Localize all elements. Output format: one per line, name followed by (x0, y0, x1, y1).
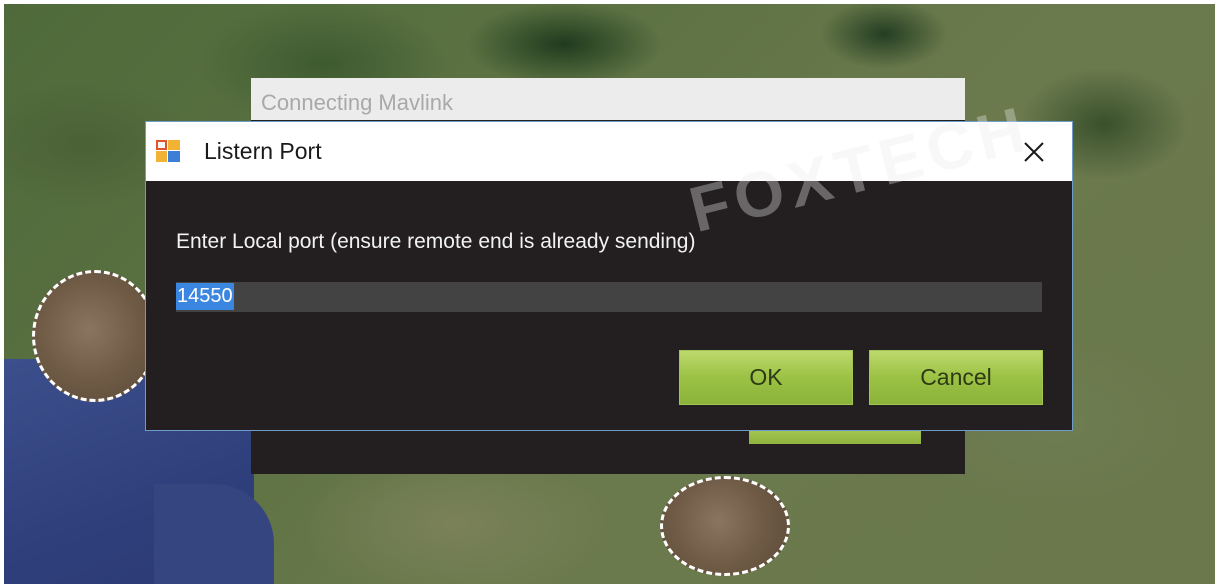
window-app-icon (156, 140, 180, 162)
port-prompt-label: Enter Local port (ensure remote end is a… (176, 230, 696, 253)
back-window-title: Connecting Mavlink (261, 90, 453, 115)
back-window-titlebar: Connecting Mavlink (251, 78, 965, 120)
map-zone-circle (32, 270, 158, 402)
dialog-titlebar: Listern Port (146, 122, 1072, 181)
sea-area (154, 484, 274, 584)
cancel-button[interactable]: Cancel (869, 350, 1043, 405)
port-input-selected-text: 14550 (176, 283, 234, 310)
ok-button[interactable]: OK (679, 350, 853, 405)
close-button[interactable] (1012, 130, 1056, 174)
close-icon (1024, 142, 1044, 162)
dialog-title: Listern Port (204, 138, 322, 164)
map-zone-circle (660, 476, 790, 576)
listen-port-dialog: Listern Port FOXTECH Enter Local port (e… (145, 92, 1073, 431)
port-input[interactable] (176, 282, 1042, 312)
